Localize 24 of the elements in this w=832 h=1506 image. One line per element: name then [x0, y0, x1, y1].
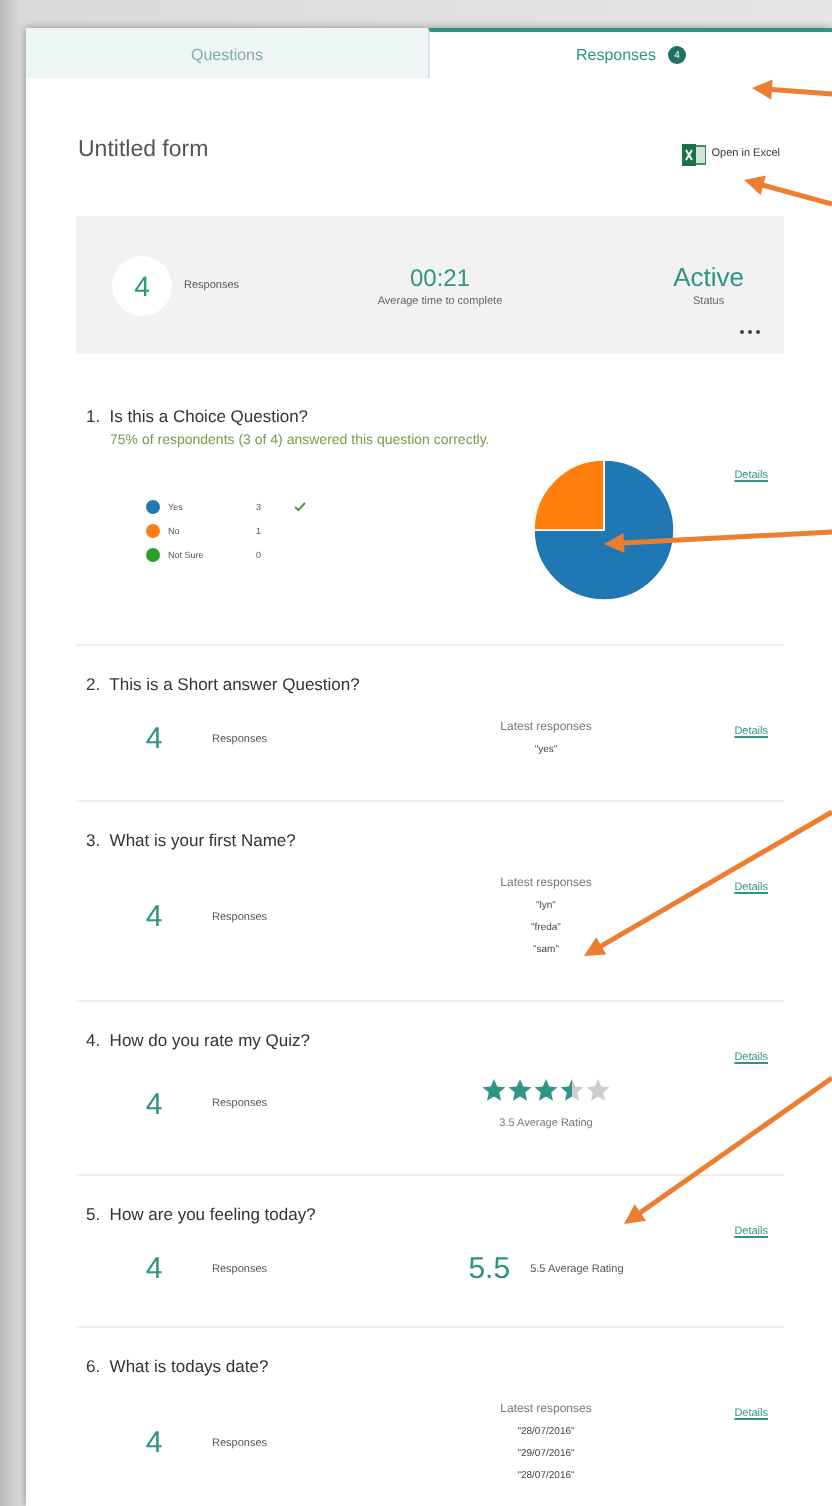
response-count: 4 [143, 1426, 165, 1460]
annotation-arrow [744, 175, 832, 207]
question-title: 1. Is this a Choice Question? [86, 406, 311, 426]
average-time: 00:21 [409, 263, 471, 291]
response-count: 4 [112, 255, 172, 315]
star-icon [482, 1078, 506, 1102]
star-icon [534, 1078, 558, 1102]
status-value: Active [673, 262, 744, 292]
question-title: 2. This is a Short answer Question? [86, 674, 362, 694]
response-count: 4 [143, 1252, 165, 1286]
excel-icon [681, 143, 706, 165]
form-title: Untitled form [78, 138, 209, 162]
question-title: 5. How are you feeling today? [86, 1204, 318, 1224]
star-icon [560, 1078, 584, 1102]
annotation-arrow [752, 79, 832, 100]
question-title: 6. What is todays date? [86, 1356, 271, 1376]
star-icon [508, 1078, 532, 1102]
response-count: 4 [143, 1087, 165, 1121]
response-count: 4 [143, 722, 165, 756]
response-count: 4 [143, 900, 165, 934]
average-value: 5.5 [468, 1252, 511, 1286]
question-title: 4. How do you rate my Quiz? [86, 1030, 312, 1050]
star-icon [586, 1078, 610, 1102]
question-title: 3. What is your first Name? [86, 830, 298, 850]
